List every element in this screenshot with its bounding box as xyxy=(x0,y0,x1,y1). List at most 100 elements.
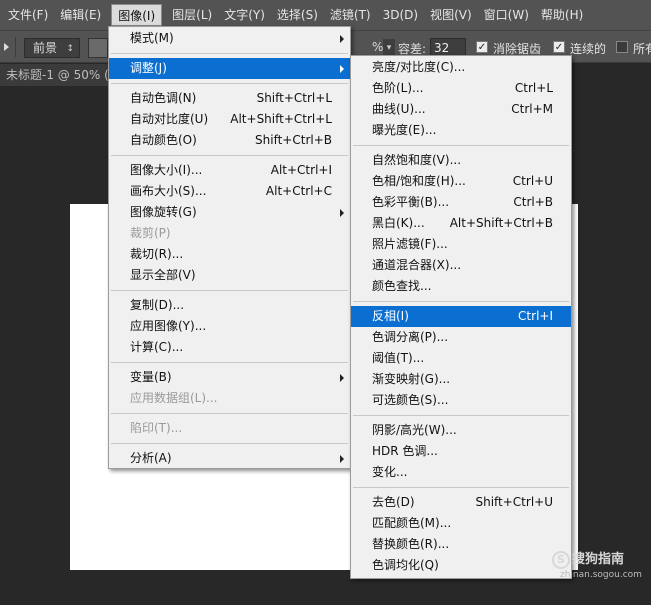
menu-item-label: 色调均化(Q) xyxy=(372,558,439,572)
menu-item-label: 黑白(K)... xyxy=(372,216,425,230)
menu-item[interactable]: 色相/饱和度(H)... Ctrl+U xyxy=(351,171,571,192)
menu-divider xyxy=(353,145,569,146)
menu-item[interactable]: 亮度/对比度(C)... xyxy=(351,57,571,78)
menu-divider xyxy=(353,415,569,416)
menu-item-label: 曝光度(E)... xyxy=(372,123,437,137)
menu-item-shortcut: Ctrl+M xyxy=(511,102,553,116)
fill-source-select[interactable]: 前景 ↕ xyxy=(24,38,80,58)
menu-item-label: 裁剪(P) xyxy=(130,226,171,240)
menu-item-label: 复制(D)... xyxy=(130,298,185,312)
menubar-item-0[interactable]: 文件(F) xyxy=(2,4,54,26)
tool-preset-icon[interactable] xyxy=(4,43,9,51)
menubar-item-8[interactable]: 视图(V) xyxy=(424,4,478,26)
menu-item[interactable]: 阈值(T)... xyxy=(351,348,571,369)
menu-item[interactable]: 照片滤镜(F)... xyxy=(351,234,571,255)
menu-item-label: HDR 色调... xyxy=(372,444,438,458)
menu-item[interactable]: 通道混合器(X)... xyxy=(351,255,571,276)
menu-item[interactable]: 自动对比度(U) Alt+Shift+Ctrl+L xyxy=(109,109,350,130)
menu-item-label: 可选颜色(S)... xyxy=(372,393,449,407)
menu-item: 应用数据组(L)... xyxy=(109,388,350,409)
menu-item[interactable]: 替换颜色(R)... xyxy=(351,534,571,555)
menubar-item-5[interactable]: 选择(S) xyxy=(271,4,324,26)
menu-item[interactable]: 自动颜色(O) Shift+Ctrl+B xyxy=(109,130,350,151)
contiguous-label: 连续的 xyxy=(570,42,607,56)
menu-item[interactable]: 变化... xyxy=(351,462,571,483)
menu-item[interactable]: 自然饱和度(V)... xyxy=(351,150,571,171)
menu-item[interactable]: 曲线(U)... Ctrl+M xyxy=(351,99,571,120)
options-separator xyxy=(15,37,16,57)
antialias-checkbox[interactable]: ✓ xyxy=(476,41,488,53)
menu-item-shortcut: Alt+Ctrl+C xyxy=(265,184,332,198)
menu-item[interactable]: 色彩平衡(B)... Ctrl+B xyxy=(351,192,571,213)
menu-item-shortcut: Shift+Ctrl+L xyxy=(256,91,332,105)
stepper-arrows-icon: ↕ xyxy=(66,44,74,54)
menubar-item-2[interactable]: 图像(I) xyxy=(111,4,163,26)
menu-item[interactable]: 阴影/高光(W)... xyxy=(351,420,571,441)
menu-item[interactable]: 颜色查找... xyxy=(351,276,571,297)
menu-item[interactable]: 显示全部(V) xyxy=(109,265,350,286)
menubar-item-3[interactable]: 图层(L) xyxy=(166,4,218,26)
menu-item[interactable]: 变量(B) xyxy=(109,367,350,388)
menu-divider xyxy=(111,155,348,156)
menubar-item-9[interactable]: 窗口(W) xyxy=(478,4,535,26)
menu-item: 裁剪(P) xyxy=(109,223,350,244)
menu-item-label: 匹配颜色(M)... xyxy=(372,516,452,530)
menu-item[interactable]: 曝光度(E)... xyxy=(351,120,571,141)
menu-item-shortcut: Ctrl+I xyxy=(518,309,553,323)
opacity-percent: % xyxy=(372,40,384,54)
sogou-logo-icon: S xyxy=(552,551,570,569)
menu-item-label: 照片滤镜(F)... xyxy=(372,237,448,251)
menubar-item-10[interactable]: 帮助(H) xyxy=(535,4,589,26)
menu-item[interactable]: 去色(D) Shift+Ctrl+U xyxy=(351,492,571,513)
menu-item-label: 色阶(L)... xyxy=(372,81,424,95)
menu-item[interactable]: 色调分离(P)... xyxy=(351,327,571,348)
menu-item-label: 渐变映射(G)... xyxy=(372,372,451,386)
menubar-item-4[interactable]: 文字(Y) xyxy=(218,4,271,26)
menu-item[interactable]: 计算(C)... xyxy=(109,337,350,358)
menu-item-shortcut: Ctrl+U xyxy=(512,174,553,188)
document-tab[interactable]: 未标题-1 @ 50% ( xyxy=(0,64,110,86)
menubar-item-1[interactable]: 编辑(E) xyxy=(54,4,107,26)
menu-item-shortcut: Alt+Shift+Ctrl+L xyxy=(230,112,332,126)
menu-item[interactable]: 色阶(L)... Ctrl+L xyxy=(351,78,571,99)
menu-item-label: 色相/饱和度(H)... xyxy=(372,174,466,188)
menu-item-label: 画布大小(S)... xyxy=(130,184,207,198)
fill-source-value: 前景 xyxy=(33,41,58,55)
menu-item-label: 图像大小(I)... xyxy=(130,163,203,177)
menu-item[interactable]: 分析(A) xyxy=(109,448,350,469)
menu-item[interactable]: 反相(I) Ctrl+I xyxy=(351,306,571,327)
watermark-text: 搜狗指南 xyxy=(572,552,625,567)
menu-item-label: 阴影/高光(W)... xyxy=(372,423,457,437)
menu-item[interactable]: 可选颜色(S)... xyxy=(351,390,571,411)
menu-item-label: 变化... xyxy=(372,465,408,479)
submenu-arrow-icon xyxy=(340,374,344,382)
pattern-swatch[interactable] xyxy=(88,38,108,58)
menu-item[interactable]: 画布大小(S)... Alt+Ctrl+C xyxy=(109,181,350,202)
menu-item[interactable]: 复制(D)... xyxy=(109,295,350,316)
menu-item[interactable]: 黑白(K)... Alt+Shift+Ctrl+B xyxy=(351,213,571,234)
menu-item-label: 模式(M) xyxy=(130,31,174,45)
menu-item[interactable]: 模式(M) xyxy=(109,28,350,49)
menu-item[interactable]: 图像旋转(G) xyxy=(109,202,350,223)
menu-item[interactable]: 色调均化(Q) xyxy=(351,555,571,576)
menu-item-label: 替换颜色(R)... xyxy=(372,537,450,551)
all-layers-checkbox[interactable] xyxy=(616,41,628,53)
menubar-item-7[interactable]: 3D(D) xyxy=(377,4,424,26)
menu-item[interactable]: 应用图像(Y)... xyxy=(109,316,350,337)
menu-divider xyxy=(111,443,348,444)
menu-item[interactable]: 匹配颜色(M)... xyxy=(351,513,571,534)
menu-item[interactable]: 自动色调(N) Shift+Ctrl+L xyxy=(109,88,350,109)
menu-item-label: 反相(I) xyxy=(372,309,409,323)
menu-item[interactable]: 图像大小(I)... Alt+Ctrl+I xyxy=(109,160,350,181)
menu-divider xyxy=(111,362,348,363)
menu-item[interactable]: HDR 色调... xyxy=(351,441,571,462)
menu-item-label: 调整(J) xyxy=(130,61,167,75)
menu-item[interactable]: 渐变映射(G)... xyxy=(351,369,571,390)
menubar-item-6[interactable]: 滤镜(T) xyxy=(324,4,377,26)
watermark: S 搜狗指南 xyxy=(552,548,624,569)
menu-item[interactable]: 调整(J) xyxy=(109,58,350,79)
contiguous-checkbox[interactable]: ✓ xyxy=(553,41,565,53)
menu-item[interactable]: 裁切(R)... xyxy=(109,244,350,265)
menu-item-label: 颜色查找... xyxy=(372,279,432,293)
menu-item-label: 亮度/对比度(C)... xyxy=(372,60,466,74)
